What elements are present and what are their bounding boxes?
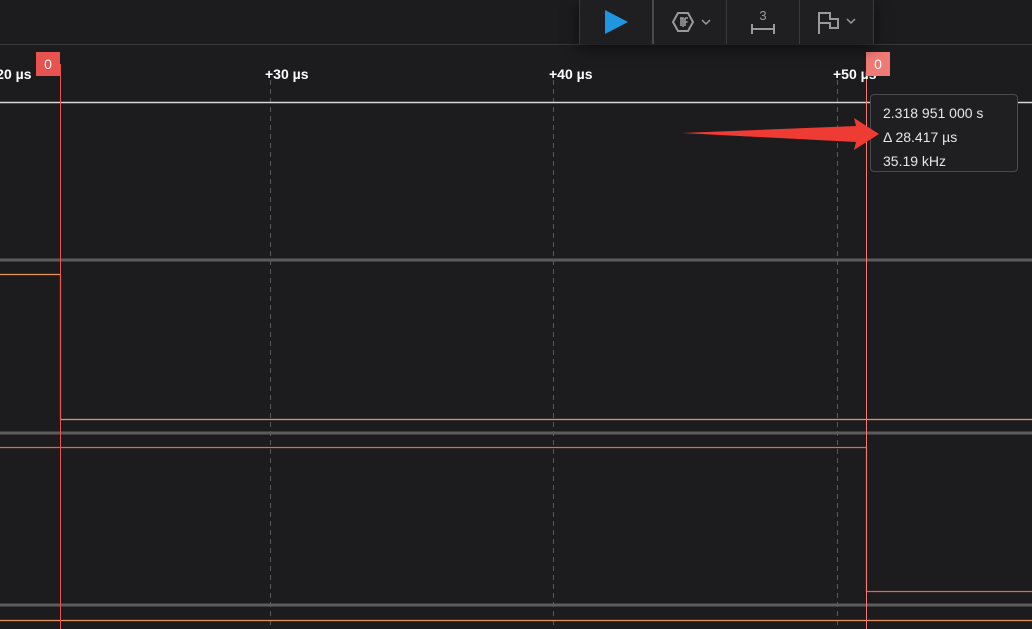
tick-label: +30 µs	[265, 66, 309, 82]
tooltip-delta: Δ 28.417 µs	[883, 129, 958, 145]
chevron-down-icon	[701, 19, 711, 26]
flag-button[interactable]	[800, 0, 874, 44]
marker-flag-b[interactable]: 0	[866, 52, 890, 76]
tick-label: +20 µs	[0, 66, 32, 82]
waveform-viewer: 3 +20 µs +3	[0, 0, 1032, 629]
trigger-button[interactable]	[654, 0, 727, 44]
tooltip-time: 2.318 951 000 s	[883, 105, 984, 121]
marker-flag-a[interactable]: 0	[36, 52, 60, 76]
annotation-arrow-icon	[682, 118, 879, 150]
measure-icon: 3	[751, 8, 775, 34]
flag-icon	[817, 12, 856, 34]
channel-1-signal	[0, 273, 1032, 421]
tooltip-frequency: 35.19 kHz	[883, 153, 947, 169]
channel-2-signal	[0, 446, 1032, 593]
toolbar: 3	[579, 0, 874, 44]
measure-button[interactable]: 3	[727, 0, 800, 44]
measurement-tooltip: 2.318 951 000 s Δ 28.417 µs 35.19 kHz	[870, 94, 1018, 172]
play-icon	[605, 10, 628, 34]
tick-label: +40 µs	[549, 66, 593, 82]
trigger-icon	[671, 12, 711, 32]
play-button[interactable]	[579, 0, 654, 44]
chevron-down-icon	[845, 18, 856, 25]
measure-count: 3	[759, 8, 766, 23]
